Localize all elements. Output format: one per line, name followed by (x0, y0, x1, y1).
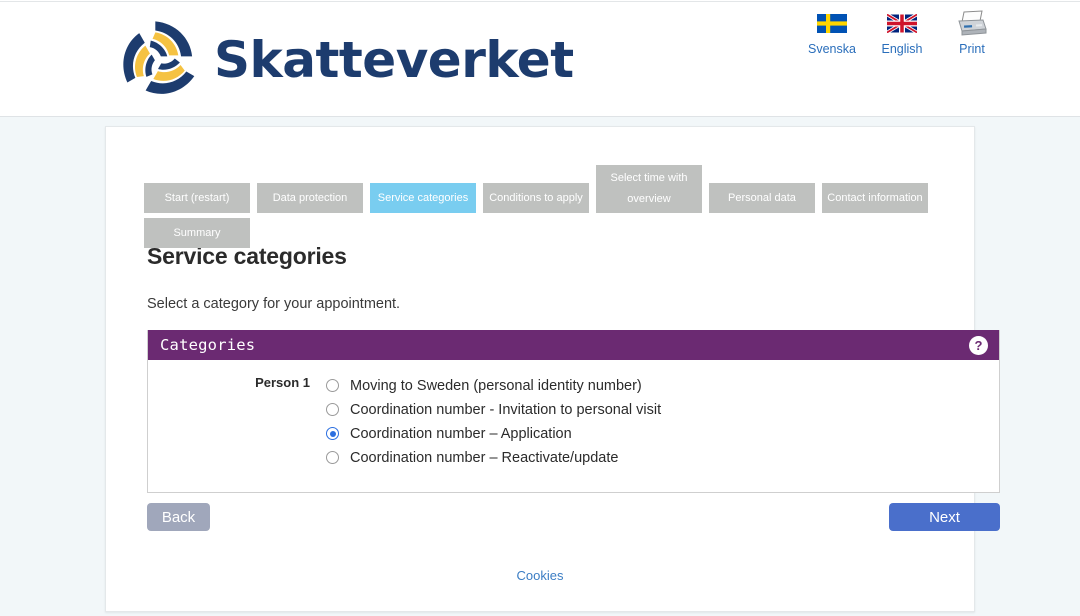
print-label: Print (959, 42, 985, 56)
categories-panel-title: Categories (160, 336, 256, 354)
step-tab-label: Select time with overview (610, 172, 688, 205)
step-tab-label: Personal data (728, 191, 796, 204)
header-tools: Svenska English Print (804, 8, 1000, 56)
category-option-label: Moving to Sweden (personal identity numb… (350, 377, 642, 394)
navigation-buttons: Back Next (147, 503, 1000, 551)
radio-button-icon[interactable] (326, 379, 339, 392)
category-options: Moving to Sweden (personal identity numb… (326, 374, 999, 470)
question-mark-icon[interactable]: ? (969, 335, 988, 355)
category-option[interactable]: Coordination number - Invitation to pers… (326, 398, 999, 421)
page-intro: Select a category for your appointment. (147, 296, 401, 312)
step-tab-label: Start (restart) (164, 191, 230, 204)
category-option[interactable]: Moving to Sweden (personal identity numb… (326, 374, 999, 397)
page-title: Service categories (147, 243, 347, 269)
step-tab-label: Summary (173, 226, 221, 239)
brand-name: Skatteverket (214, 31, 574, 89)
category-option[interactable]: Coordination number – Application (326, 422, 999, 445)
step-tab-personal-data[interactable]: Personal data (709, 183, 815, 213)
categories-panel-body: Person 1 Moving to Sweden (personal iden… (148, 360, 999, 492)
step-tabs: Start (restart) Data protection Service ca… (142, 157, 938, 248)
step-tab-label: Service categories (377, 191, 469, 204)
category-option-label: Coordination number - Invitation to pers… (350, 401, 662, 418)
step-tab-conditions-to-apply[interactable]: Conditions to apply (483, 183, 589, 213)
step-tab-service-categories[interactable]: Service categories (370, 183, 476, 213)
language-english-button[interactable]: English (874, 8, 930, 56)
step-tab-data-protection[interactable]: Data protection (257, 183, 363, 213)
card-footer: Cookies (142, 551, 938, 611)
step-tab-label: Data protection (272, 191, 348, 204)
back-button[interactable]: Back (147, 503, 210, 531)
radio-button-icon[interactable] (326, 451, 339, 464)
content-card: Start (restart) Data protection Service ca… (105, 126, 1000, 612)
person-label: Person 1 (255, 375, 310, 390)
step-tab-summary[interactable]: Summary (144, 218, 250, 248)
print-button[interactable]: Print (944, 8, 1000, 56)
step-tab-contact-information[interactable]: Contact information (822, 183, 928, 213)
category-option-label: Coordination number – Application (350, 425, 572, 442)
brand-logo[interactable]: Skatteverket (112, 10, 574, 110)
skatteverket-swirl-logo (123, 21, 195, 94)
categories-panel-header: Categories ? (148, 330, 999, 360)
page-wrap: Start (restart) Data protection Service ca… (0, 117, 1080, 612)
category-option[interactable]: Coordination number – Reactivate/update (326, 446, 999, 469)
swedish-flag-icon (804, 8, 860, 38)
step-tab-label: Conditions to apply (489, 191, 583, 204)
language-svenska-label: Svenska (808, 42, 856, 56)
site-header: Skatteverket Svenska English Print (0, 2, 1080, 117)
step-tab-label: Contact information (827, 191, 923, 204)
printer-icon (944, 8, 1000, 38)
category-option-label: Coordination number – Reactivate/update (350, 449, 619, 466)
step-tab-select-time-with-overview[interactable]: Select time with overview (596, 165, 702, 213)
radio-button-icon[interactable] (326, 403, 339, 416)
radio-button-icon[interactable] (326, 427, 339, 440)
language-svenska-button[interactable]: Svenska (804, 8, 860, 56)
categories-panel: Categories ? Person 1 Moving to Sweden (… (147, 330, 1000, 493)
uk-flag-icon (874, 8, 930, 38)
language-english-label: English (881, 42, 923, 56)
next-button[interactable]: Next (889, 503, 1000, 531)
step-tab-start-restart[interactable]: Start (restart) (144, 183, 250, 213)
cookies-link[interactable]: Cookies (517, 568, 564, 583)
